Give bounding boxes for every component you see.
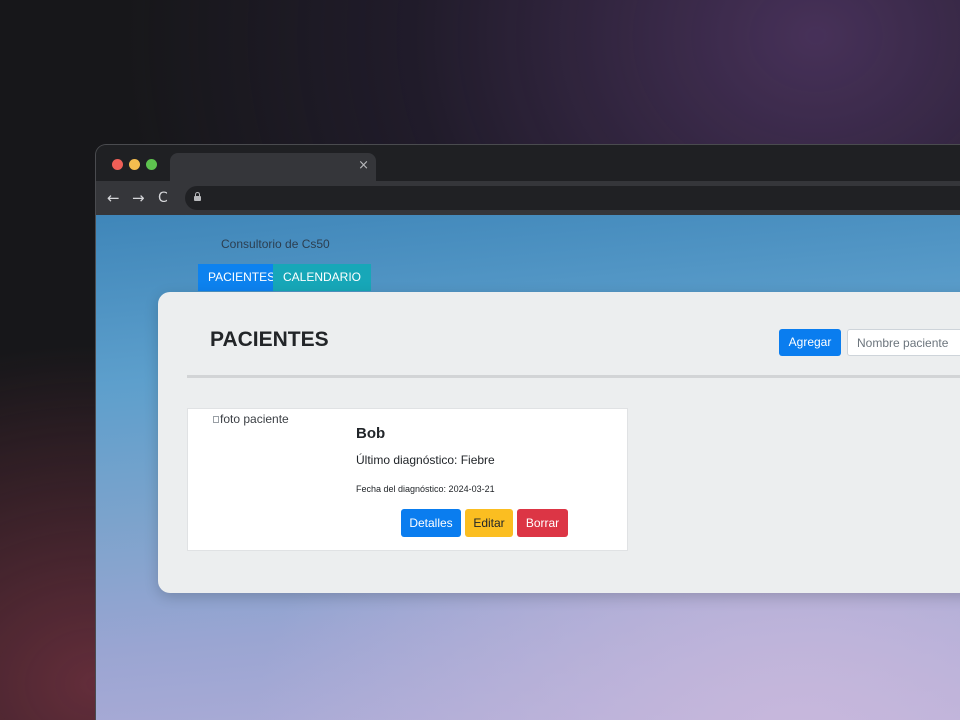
edit-button[interactable]: Editar	[465, 509, 513, 537]
patient-photo: foto paciente	[213, 412, 289, 426]
details-button[interactable]: Detalles	[401, 509, 461, 537]
patient-photo-alt: foto paciente	[220, 412, 289, 426]
address-bar[interactable]	[185, 186, 960, 210]
add-patient-button[interactable]: Agregar	[779, 329, 841, 356]
minimize-window-button[interactable]	[129, 159, 140, 170]
page-title: PACIENTES	[210, 328, 329, 351]
broken-image-icon	[213, 416, 219, 423]
lock-icon	[194, 192, 201, 201]
page-viewport: Consultorio de Cs50 PACIENTES CALENDARIO…	[96, 215, 960, 720]
patient-name: Bob	[356, 425, 386, 442]
divider	[187, 375, 960, 378]
maximize-window-button[interactable]	[146, 159, 157, 170]
back-arrow-icon[interactable]: ←	[107, 189, 120, 207]
patient-name-input[interactable]	[847, 329, 960, 356]
browser-window: × ← → C Consultorio de Cs50 PACIENTES CA…	[96, 145, 960, 720]
close-tab-icon[interactable]: ×	[358, 158, 369, 173]
patient-card: foto paciente Bob Último diagnóstico: Fi…	[187, 408, 628, 551]
browser-tab[interactable]: ×	[170, 153, 376, 181]
forward-arrow-icon[interactable]: →	[132, 189, 145, 207]
tab-calendario[interactable]: CALENDARIO	[273, 264, 372, 291]
delete-button[interactable]: Borrar	[517, 509, 568, 537]
site-brand[interactable]: Consultorio de Cs50	[221, 237, 330, 251]
patient-diagnosis: Último diagnóstico: Fiebre	[356, 453, 495, 467]
close-window-button[interactable]	[112, 159, 123, 170]
tab-strip: ×	[96, 145, 960, 181]
patient-diagnosis-date: Fecha del diagnóstico: 2024-03-21	[356, 484, 495, 494]
reload-icon[interactable]: C	[158, 189, 168, 207]
browser-toolbar: ← → C	[96, 181, 960, 215]
main-card: PACIENTES Agregar foto paciente Bob Últi…	[158, 292, 960, 593]
